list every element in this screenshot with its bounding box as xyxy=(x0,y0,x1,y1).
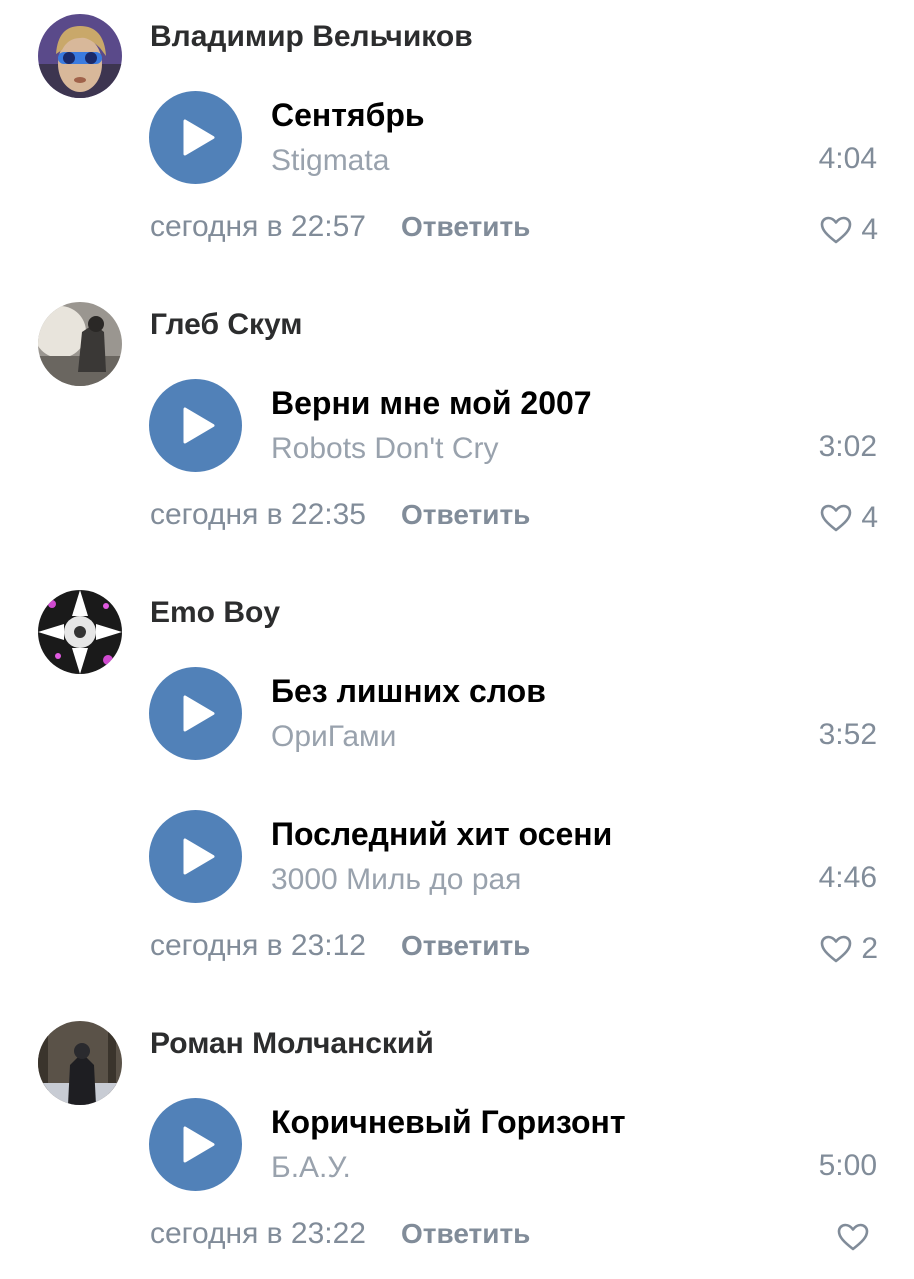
track-artist: Stigmata xyxy=(271,144,390,177)
play-button[interactable] xyxy=(149,1098,242,1191)
track-duration: 3:52 xyxy=(818,718,877,751)
audio-track[interactable]: Коричневый Горизонт Б.А.У. 5:00 xyxy=(0,1098,914,1198)
reply-button[interactable]: Ответить xyxy=(401,930,530,962)
comment-timestamp: сегодня в 23:12 xyxy=(150,929,366,962)
reply-button[interactable]: Ответить xyxy=(401,211,530,243)
comment-footer: сегодня в 23:22 Ответить xyxy=(0,1217,914,1257)
track-duration: 5:00 xyxy=(818,1149,877,1182)
play-icon xyxy=(183,695,215,732)
comment-footer: сегодня в 23:12 Ответить 2 xyxy=(0,929,914,969)
like-button[interactable]: 4 xyxy=(819,210,878,250)
author-name[interactable]: Владимир Вельчиков xyxy=(150,20,473,54)
play-button[interactable] xyxy=(149,667,242,760)
like-count: 4 xyxy=(861,213,878,246)
track-artist: Robots Don't Cry xyxy=(271,432,499,465)
heart-icon xyxy=(821,935,852,963)
play-button[interactable] xyxy=(149,810,242,903)
like-count: 4 xyxy=(861,501,878,534)
avatar[interactable] xyxy=(38,1021,122,1105)
audio-track[interactable]: Верни мне мой 2007 Robots Don't Cry 3:02 xyxy=(0,379,914,479)
track-duration: 4:46 xyxy=(818,861,877,894)
play-button[interactable] xyxy=(149,379,242,472)
comment-footer: сегодня в 22:35 Ответить 4 xyxy=(0,498,914,538)
track-title: Сентябрь xyxy=(271,97,425,133)
track-artist: Б.А.У. xyxy=(271,1151,351,1184)
track-title: Без лишних слов xyxy=(271,673,546,709)
play-icon xyxy=(183,119,215,156)
heart-icon xyxy=(821,216,852,244)
track-artist: ОриГами xyxy=(271,720,397,753)
audio-track[interactable]: Последний хит осени 3000 Миль до рая 4:4… xyxy=(0,810,914,910)
comment-timestamp: сегодня в 22:57 xyxy=(150,210,366,243)
play-icon xyxy=(183,407,215,444)
author-name[interactable]: Emo Boy xyxy=(150,596,280,630)
play-button[interactable] xyxy=(149,91,242,184)
heart-icon xyxy=(837,1223,869,1251)
reply-button[interactable]: Ответить xyxy=(401,499,530,531)
reply-button[interactable]: Ответить xyxy=(401,1218,530,1250)
play-icon xyxy=(183,1126,215,1163)
like-button[interactable] xyxy=(836,1217,878,1257)
avatar[interactable] xyxy=(38,14,122,98)
author-name[interactable]: Глеб Скум xyxy=(150,308,303,342)
author-name[interactable]: Роман Молчанский xyxy=(150,1027,434,1061)
avatar[interactable] xyxy=(38,590,122,674)
comment-footer: сегодня в 22:57 Ответить 4 xyxy=(0,210,914,250)
like-button[interactable]: 4 xyxy=(819,498,878,538)
comment-timestamp: сегодня в 22:35 xyxy=(150,498,366,531)
audio-track[interactable]: Без лишних слов ОриГами 3:52 xyxy=(0,667,914,767)
track-duration: 3:02 xyxy=(818,430,877,463)
audio-track[interactable]: Сентябрь Stigmata 4:04 xyxy=(0,91,914,191)
track-title: Верни мне мой 2007 xyxy=(271,385,592,421)
track-duration: 4:04 xyxy=(818,142,877,175)
like-count: 2 xyxy=(861,932,878,965)
avatar[interactable] xyxy=(38,302,122,386)
play-icon xyxy=(183,838,215,875)
track-artist: 3000 Миль до рая xyxy=(271,863,522,896)
heart-icon xyxy=(821,504,852,532)
track-title: Коричневый Горизонт xyxy=(271,1104,626,1140)
comment-timestamp: сегодня в 23:22 xyxy=(150,1217,366,1250)
track-title: Последний хит осени xyxy=(271,816,613,852)
like-button[interactable]: 2 xyxy=(819,929,878,969)
